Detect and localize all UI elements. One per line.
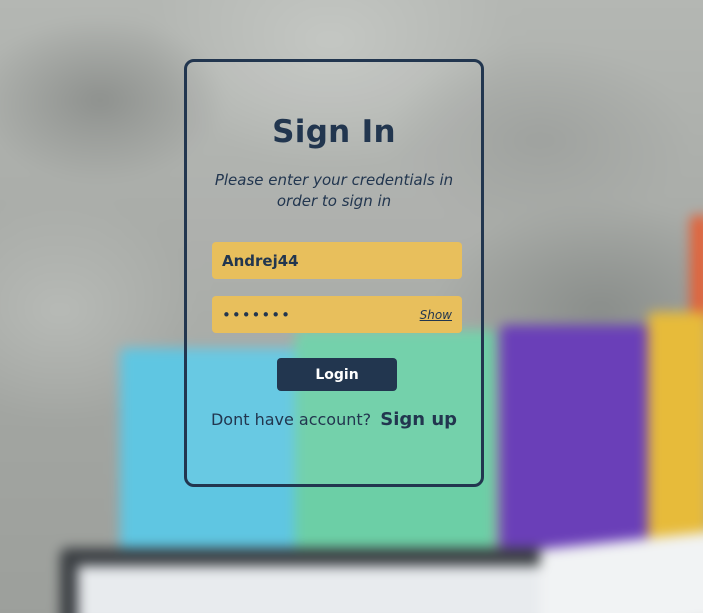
signup-link[interactable]: Sign up: [380, 409, 457, 430]
sign-in-card: Sign In Please enter your credentials in…: [184, 59, 484, 487]
background-laptop-screen: [78, 566, 562, 613]
show-password-toggle[interactable]: Show: [420, 308, 452, 322]
password-masked-value: •••••••: [222, 305, 291, 324]
login-screen: Sign In Please enter your credentials in…: [0, 0, 703, 613]
login-button[interactable]: Login: [277, 358, 397, 391]
signup-row: Dont have account? Sign up: [187, 409, 481, 430]
background-yellow-bag: [648, 312, 703, 562]
signup-prompt: Dont have account?: [210, 410, 372, 429]
username-value: Andrej44: [222, 251, 299, 270]
background-purple-bag: [500, 325, 650, 565]
sign-in-subtitle: Please enter your credentials in order t…: [214, 171, 454, 210]
background-orange-bag: [690, 215, 703, 325]
username-field[interactable]: Andrej44: [212, 242, 462, 279]
page-title: Sign In: [272, 114, 396, 150]
password-field[interactable]: ••••••• Show: [212, 296, 462, 333]
